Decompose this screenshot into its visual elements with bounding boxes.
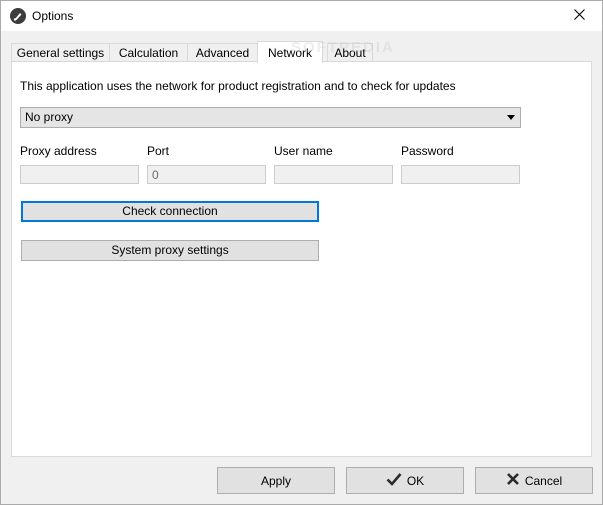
dropdown-arrow-icon bbox=[507, 115, 515, 120]
proxy-address-input[interactable] bbox=[20, 165, 139, 184]
network-info-text: This application uses the network for pr… bbox=[20, 79, 456, 93]
cancel-button[interactable]: Cancel bbox=[475, 467, 593, 494]
tab-network[interactable]: Network bbox=[257, 41, 323, 63]
proxy-mode-select[interactable]: No proxy bbox=[20, 107, 521, 128]
system-proxy-settings-button[interactable]: System proxy settings bbox=[21, 240, 319, 261]
tab-general-settings[interactable]: General settings bbox=[11, 43, 110, 62]
tab-label: About bbox=[334, 46, 366, 60]
proxy-address-label: Proxy address bbox=[20, 144, 97, 158]
app-brush-icon bbox=[10, 8, 26, 24]
port-input[interactable] bbox=[147, 165, 266, 184]
tab-advanced[interactable]: Advanced bbox=[187, 43, 258, 62]
close-button[interactable] bbox=[556, 1, 602, 31]
tab-about[interactable]: About bbox=[327, 43, 373, 62]
title-bar: Options bbox=[1, 1, 602, 31]
options-dialog: Options SOFTPEDIA General settings Calcu… bbox=[0, 0, 603, 505]
apply-button[interactable]: Apply bbox=[217, 467, 335, 494]
ok-label: OK bbox=[406, 473, 425, 488]
password-label: Password bbox=[401, 144, 454, 158]
apply-label: Apply bbox=[260, 473, 292, 488]
proxy-mode-value: No proxy bbox=[25, 110, 74, 124]
x-icon bbox=[506, 472, 520, 489]
user-name-input[interactable] bbox=[274, 165, 393, 184]
tab-label: Calculation bbox=[118, 46, 179, 60]
network-panel: This application uses the network for pr… bbox=[11, 61, 592, 457]
user-name-label: User name bbox=[274, 144, 333, 158]
ok-button[interactable]: OK bbox=[346, 467, 464, 494]
tab-calculation[interactable]: Calculation bbox=[109, 43, 188, 62]
tab-label: General settings bbox=[16, 46, 105, 60]
check-connection-button[interactable]: Check connection bbox=[21, 201, 319, 222]
password-input[interactable] bbox=[401, 165, 520, 184]
tab-label: Advanced bbox=[195, 46, 250, 60]
tab-label: Network bbox=[267, 45, 312, 60]
close-icon bbox=[573, 9, 585, 23]
checkmark-icon bbox=[386, 472, 402, 489]
cancel-label: Cancel bbox=[524, 473, 563, 488]
port-label: Port bbox=[147, 144, 170, 158]
window-title: Options bbox=[32, 9, 74, 23]
tab-strip: General settings Calculation Advanced Ne… bbox=[11, 41, 591, 63]
